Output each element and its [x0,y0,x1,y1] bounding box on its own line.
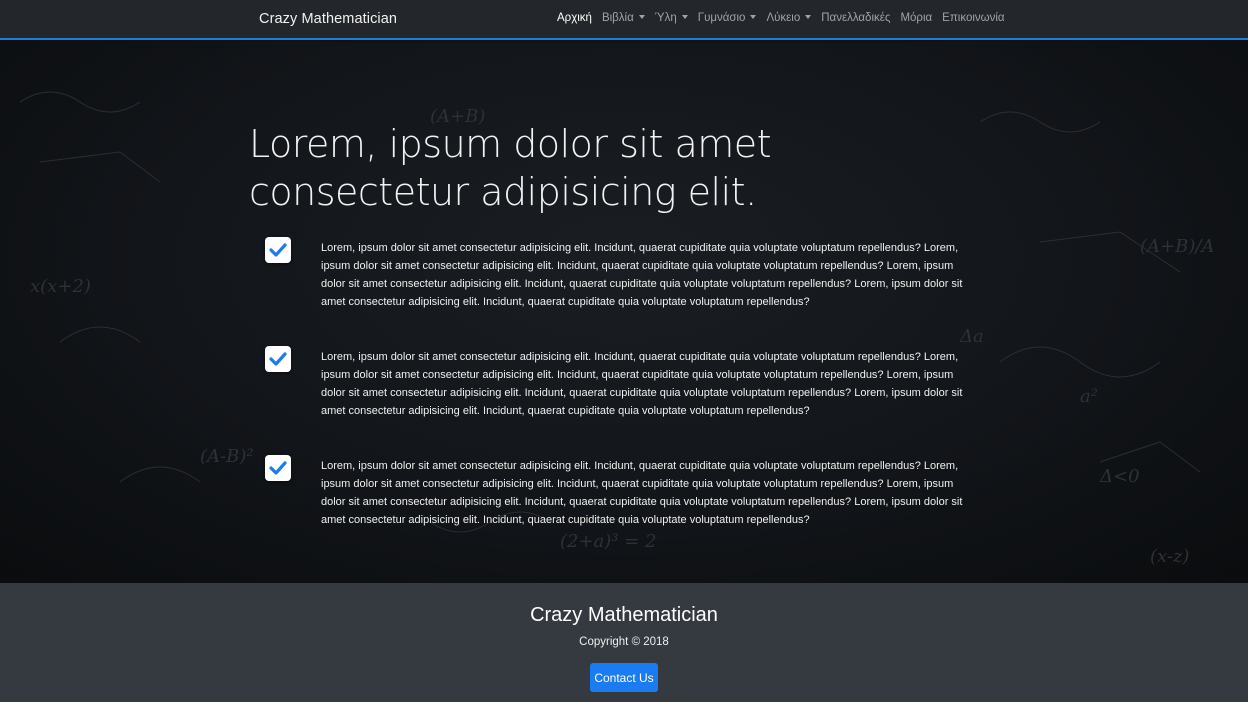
nav-item-contact[interactable]: Επικοινωνία [942,12,1004,24]
feature-text: Lorem, ipsum dolor sit amet consectetur … [321,351,963,417]
svg-text:Δa: Δa [959,326,984,347]
feature-text: Lorem, ipsum dolor sit amet consectetur … [321,460,963,526]
svg-text:(A+B)/A: (A+B)/A [1140,236,1214,257]
nav-menu: Αρχική Βιβλία Ύλη Γυμνάσιο Λύκειο Πανελλ… [557,12,1005,24]
hero-title: Lorem, ipsum dolor sit amet consectetur … [249,122,772,214]
check-icon [265,455,291,481]
footer: Crazy Mathematician Copyright © 2018 Con… [0,583,1248,702]
nav-item-home[interactable]: Αρχική [557,12,592,24]
nav-item-gymnasium[interactable]: Γυμνάσιο [698,12,757,24]
contact-us-button[interactable]: Contact Us [590,663,658,692]
navbar: Crazy Mathematician Αρχική Βιβλία Ύλη Γυ… [0,0,1248,40]
brand-link[interactable]: Crazy Mathematician [259,11,397,27]
nav-item-books[interactable]: Βιβλία [602,12,645,24]
svg-text:(x-z): (x-z) [1150,546,1189,567]
nav-item-points[interactable]: Μόρια [900,12,932,24]
nav-item-panhellenic[interactable]: Πανελλαδικές [821,12,890,24]
svg-text:x(x+2): x(x+2) [30,276,91,297]
hero-section: (A+B) (A+B)/A Δa a² x(x+2) (A-B)² (2+a)³… [0,42,1248,583]
check-icon [265,346,291,372]
copyright-text: Copyright © 2018 [579,636,669,648]
check-icon [265,237,291,263]
svg-text:Δ<0: Δ<0 [1099,466,1140,487]
footer-title: Crazy Mathematician [530,604,718,626]
svg-text:(A-B)²: (A-B)² [200,446,254,467]
svg-text:a²: a² [1080,386,1098,407]
nav-item-material[interactable]: Ύλη [655,12,688,24]
feature-text: Lorem, ipsum dolor sit amet consectetur … [321,242,963,308]
nav-item-lyceum[interactable]: Λύκειο [766,12,811,24]
svg-text:(2+a)³ = 2: (2+a)³ = 2 [560,531,657,552]
